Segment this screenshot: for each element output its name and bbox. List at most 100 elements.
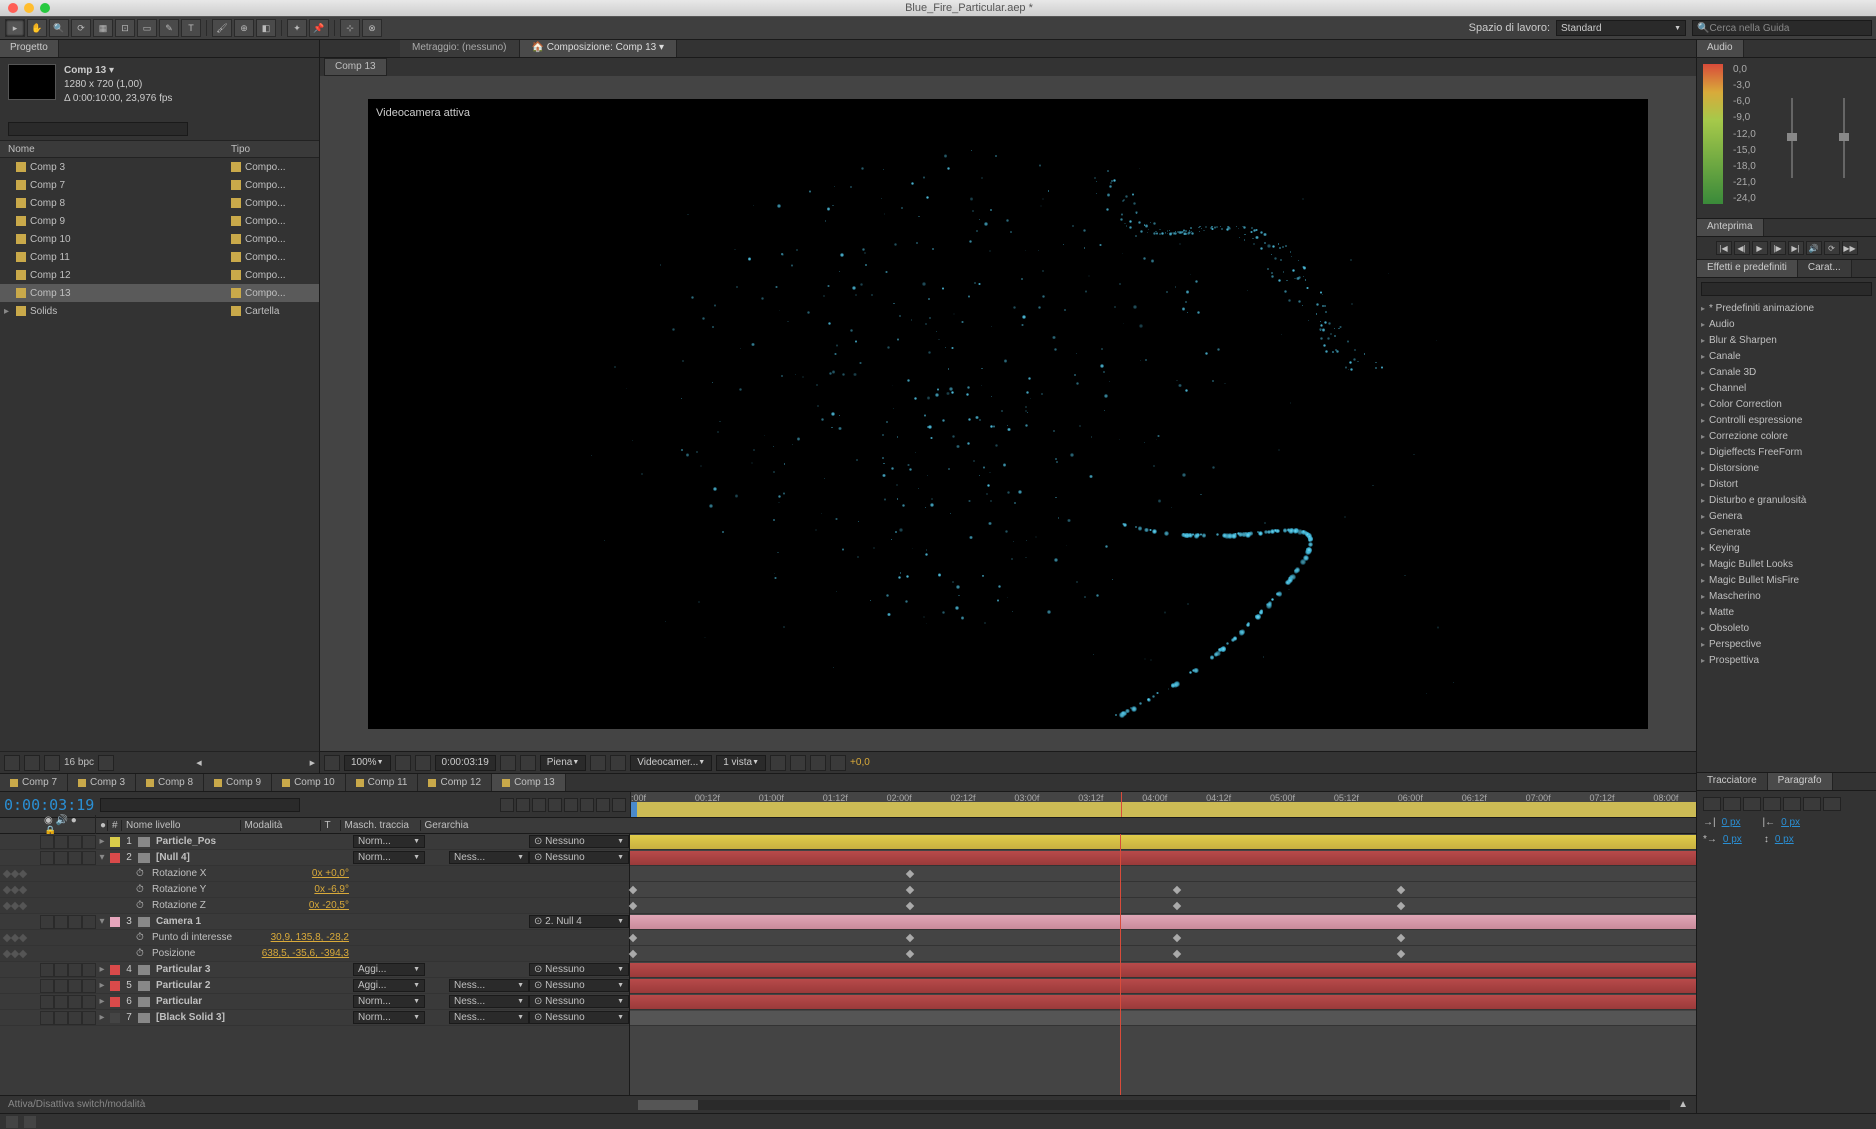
trash-button[interactable] [98, 755, 114, 771]
col-track-matte[interactable]: Masch. traccia [341, 820, 421, 831]
effects-category[interactable]: ▸Perspective [1697, 636, 1876, 652]
project-tab[interactable]: Progetto [0, 40, 59, 57]
effects-tab[interactable]: Effetti e predefiniti [1697, 260, 1798, 277]
layer-row[interactable]: ▸6ParticularNorm...▼Ness...▼⊙ Nessuno▼ [0, 994, 629, 1010]
effects-category[interactable]: ▸* Predefiniti animazione [1697, 300, 1876, 316]
keyframe-marker[interactable] [906, 886, 914, 894]
transparency-button[interactable] [610, 755, 626, 771]
effects-category[interactable]: ▸Obsoleto [1697, 620, 1876, 636]
rectangle-tool[interactable]: ▭ [137, 19, 157, 37]
channel-button[interactable] [520, 755, 536, 771]
keyframe-marker[interactable] [1172, 902, 1180, 910]
timeline-footer-hint[interactable]: Attiva/Disattiva switch/modalità [0, 1099, 630, 1110]
justify-left-button[interactable] [1763, 797, 1781, 811]
layer-row[interactable]: ▾3Camera 1⊙ 2. Null 4▼ [0, 914, 629, 930]
tl-tool-6[interactable] [580, 798, 594, 812]
zoom-window-button[interactable] [40, 3, 50, 13]
effects-category[interactable]: ▸Canale 3D [1697, 364, 1876, 380]
current-time-indicator[interactable] [1120, 834, 1121, 1095]
effects-category[interactable]: ▸Genera [1697, 508, 1876, 524]
effects-category[interactable]: ▸Digieffects FreeForm [1697, 444, 1876, 460]
justify-center-button[interactable] [1783, 797, 1801, 811]
hand-tool[interactable]: ✋ [27, 19, 47, 37]
indent-left-value[interactable]: 0 px [1722, 817, 1741, 828]
work-area-start[interactable] [631, 802, 637, 817]
pixel-aspect-button[interactable] [770, 755, 786, 771]
keyframe-marker[interactable] [1396, 902, 1404, 910]
col-parent[interactable]: Gerarchia [421, 820, 521, 831]
tl-tool-2[interactable] [516, 798, 530, 812]
timeline-tab[interactable]: Comp 9 [204, 774, 272, 791]
effects-category[interactable]: ▸Channel [1697, 380, 1876, 396]
snapshot-button[interactable] [324, 755, 340, 771]
roi-button[interactable] [590, 755, 606, 771]
project-item[interactable]: Comp 12Compo... [0, 266, 319, 284]
zoom-select[interactable]: 100% ▼ [344, 755, 391, 771]
camera-tool[interactable]: ▦ [93, 19, 113, 37]
col-t[interactable]: T [321, 820, 341, 831]
timeline-button[interactable] [810, 755, 826, 771]
fast-preview-button[interactable] [790, 755, 806, 771]
layer-bar[interactable] [630, 915, 1696, 929]
effects-search-input[interactable] [1701, 282, 1872, 296]
paragraph-tab[interactable]: Paragrafo [1768, 773, 1833, 790]
pan-behind-tool[interactable]: ⊡ [115, 19, 135, 37]
resolution-select[interactable]: Piena ▼ [540, 755, 587, 771]
justify-right-button[interactable] [1803, 797, 1821, 811]
align-left-button[interactable] [1703, 797, 1721, 811]
layer-row[interactable]: ▸1Particle_PosNorm...▼⊙ Nessuno▼ [0, 834, 629, 850]
keyframe-marker[interactable] [906, 950, 914, 958]
audio-slider-R[interactable] [1843, 98, 1845, 178]
keyframe-marker[interactable] [1396, 950, 1404, 958]
indent-right-value[interactable]: 0 px [1781, 817, 1800, 828]
composition-tab[interactable]: 🏠 Composizione: Comp 13 ▾ [520, 40, 678, 57]
effects-category[interactable]: ▸Prospettiva [1697, 652, 1876, 668]
timeline-search-input[interactable] [100, 798, 300, 812]
interpret-footage-button[interactable] [4, 755, 20, 771]
axis-mode-button[interactable]: ⊹ [340, 19, 360, 37]
col-name-header[interactable]: Nome [8, 144, 201, 155]
effects-category[interactable]: ▸Audio [1697, 316, 1876, 332]
grid-button[interactable] [395, 755, 411, 771]
keyframe-marker[interactable] [629, 902, 637, 910]
roto-tool[interactable]: ✦ [287, 19, 307, 37]
timeline-tab[interactable]: Comp 11 [346, 774, 419, 791]
effects-category[interactable]: ▸Distorsione [1697, 460, 1876, 476]
keyframe-marker[interactable] [1396, 886, 1404, 894]
tl-tool-4[interactable] [548, 798, 562, 812]
col-mode[interactable]: Modalità [241, 820, 321, 831]
effects-category[interactable]: ▸Matte [1697, 604, 1876, 620]
eraser-tool[interactable]: ◧ [256, 19, 276, 37]
effects-category[interactable]: ▸Magic Bullet MisFire [1697, 572, 1876, 588]
col-type-header[interactable]: Tipo [231, 144, 311, 155]
view-select[interactable]: Videocamer... ▼ [630, 755, 712, 771]
align-center-button[interactable] [1723, 797, 1741, 811]
rotate-tool[interactable]: ⟳ [71, 19, 91, 37]
project-item[interactable]: Comp 11Compo... [0, 248, 319, 266]
layer-row[interactable]: ▸4Particular 3Aggi...▼⊙ Nessuno▼ [0, 962, 629, 978]
keyframe-marker[interactable] [1396, 934, 1404, 942]
keyframe-marker[interactable] [906, 902, 914, 910]
timeline-tab[interactable]: Comp 8 [136, 774, 204, 791]
timeline-tab[interactable]: Comp 7 [0, 774, 68, 791]
property-row[interactable]: ⏱Posizione638,5, -35,6, -394,3 [0, 946, 629, 962]
composition-canvas[interactable]: Videocamera attiva [368, 99, 1648, 729]
keyframe-marker[interactable] [1172, 886, 1180, 894]
tl-tool-1[interactable] [500, 798, 514, 812]
footage-tab[interactable]: Metraggio: (nessuno) [400, 40, 520, 57]
effects-category[interactable]: ▸Disturbo e granulosità [1697, 492, 1876, 508]
keyframe-marker[interactable] [629, 934, 637, 942]
layer-bar[interactable] [630, 963, 1696, 977]
property-row[interactable]: ⏱Punto di interesse30,9, 135,8, -28,2 [0, 930, 629, 946]
layer-row[interactable]: ▸7[Black Solid 3]Norm...▼Ness...▼⊙ Nessu… [0, 1010, 629, 1026]
property-row[interactable]: ⏱Rotazione Z0x -20,5° [0, 898, 629, 914]
space-after-value[interactable]: 0 px [1775, 834, 1794, 845]
ram-preview-button[interactable]: ▶▶ [1842, 241, 1858, 255]
tl-tool-5[interactable] [564, 798, 578, 812]
effects-category[interactable]: ▸Canale [1697, 348, 1876, 364]
effects-category[interactable]: ▸Generate [1697, 524, 1876, 540]
project-item[interactable]: Comp 8Compo... [0, 194, 319, 212]
loop-button[interactable]: ⟳ [1824, 241, 1840, 255]
align-right-button[interactable] [1743, 797, 1761, 811]
effects-category[interactable]: ▸Controlli espressione [1697, 412, 1876, 428]
